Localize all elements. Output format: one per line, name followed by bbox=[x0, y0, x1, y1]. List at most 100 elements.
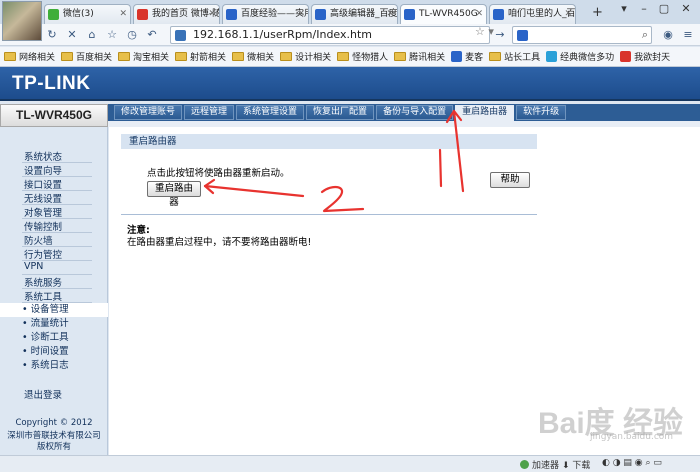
browser-tab[interactable]: 高级编辑器_百度 ✕ bbox=[311, 4, 398, 24]
bookmark-item[interactable]: 我欲封天 bbox=[620, 50, 670, 63]
tab-close-icon[interactable]: ✕ bbox=[564, 5, 572, 23]
bookmark-label: 我欲封天 bbox=[634, 53, 671, 63]
folder-icon bbox=[337, 52, 350, 61]
home-icon[interactable]: ⌂ bbox=[84, 27, 100, 43]
sidebar-item[interactable]: 系统服务 bbox=[24, 275, 62, 289]
bookmark-item[interactable]: 怪物猎人 bbox=[337, 50, 388, 63]
search-icon[interactable]: ⌕ bbox=[642, 28, 648, 42]
bookmark-item[interactable]: 站长工具 bbox=[489, 50, 540, 63]
sidebar-item[interactable]: VPN bbox=[24, 261, 43, 272]
sidebar-subitem[interactable]: • 时间设置 bbox=[0, 345, 108, 359]
bookmark-item[interactable]: 百度相关 bbox=[61, 50, 112, 63]
bookmark-item[interactable]: 设计相关 bbox=[280, 50, 331, 63]
router-model-label: TL-WVR450G bbox=[0, 104, 108, 127]
tab-favicon-icon bbox=[404, 9, 415, 20]
bookmark-item[interactable]: 淘宝相关 bbox=[118, 50, 169, 63]
accelerator-status[interactable]: 加速器 bbox=[520, 458, 559, 471]
url-text: 192.168.1.1/userRpm/Index.htm bbox=[193, 28, 373, 41]
baidu-watermark-url: jingyan.baidu.com bbox=[590, 432, 674, 442]
stop-icon[interactable]: ✕ bbox=[64, 27, 80, 43]
download-status[interactable]: ⬇ 下载 bbox=[562, 458, 590, 471]
tab-close-icon[interactable]: ✕ bbox=[297, 5, 305, 23]
menu-icon[interactable]: ▾ bbox=[614, 2, 634, 15]
router-top-nav: 修改管理账号 远程管理 系统管理设置 恢复出厂配置 备份与导入配置 重启路由器 软件升级 bbox=[108, 104, 700, 122]
folder-icon bbox=[489, 52, 502, 61]
bookmark-label: 百度相关 bbox=[76, 53, 113, 63]
undo-icon[interactable]: ↶ bbox=[144, 27, 160, 43]
tab-close-icon[interactable]: ✕ bbox=[475, 5, 483, 23]
sidebar-item[interactable]: 无线设置 bbox=[24, 191, 62, 205]
site-icon bbox=[175, 30, 186, 41]
router-tab[interactable]: 重启路由器 bbox=[455, 105, 515, 122]
sidebar-item[interactable]: 系统工具 bbox=[24, 289, 62, 303]
tab-close-icon[interactable]: ✕ bbox=[208, 5, 216, 23]
sidebar-logout[interactable]: 退出登录 bbox=[24, 387, 62, 401]
browser-tab[interactable]: 百度经验——实用 ✕ bbox=[222, 4, 309, 24]
url-go-icon[interactable]: → bbox=[492, 27, 508, 43]
rights-text: 版权所有 bbox=[36, 442, 71, 452]
minimize-icon[interactable]: – bbox=[634, 2, 654, 15]
bookmark-item[interactable]: 腾讯相关 bbox=[394, 50, 445, 63]
sidebar-subitem[interactable]: • 流量统计 bbox=[0, 317, 108, 331]
sidebar-item[interactable]: 接口设置 bbox=[24, 177, 62, 191]
accelerator-icon bbox=[520, 460, 529, 469]
router-tab[interactable]: 软件升级 bbox=[516, 105, 567, 120]
router-tab[interactable]: 恢复出厂配置 bbox=[306, 105, 375, 120]
bookmarks-bar: 网络相关 百度相关 淘宝相关 射箭相关 微相关 设计相关 怪物猎人 腾讯相关 麦客 站长工具 经典微… bbox=[0, 47, 700, 67]
favorite-icon[interactable]: ☆ bbox=[104, 27, 120, 43]
sidebar-item[interactable]: 设置向导 bbox=[24, 163, 62, 177]
tab-close-icon[interactable]: ✕ bbox=[119, 5, 127, 23]
bookmark-item[interactable]: 微相关 bbox=[232, 50, 274, 63]
folder-icon bbox=[4, 52, 16, 61]
settings-icon[interactable]: ≡ bbox=[680, 27, 696, 43]
bookmark-item[interactable]: 经典微信多功 bbox=[546, 50, 614, 63]
tab-favicon-icon bbox=[493, 9, 504, 20]
browser-tab[interactable]: 我的首页 微博-随 ✕ bbox=[133, 4, 220, 24]
tab-label: TL-WVR450G bbox=[419, 9, 478, 19]
bookmark-item[interactable]: 网络相关 bbox=[4, 50, 55, 63]
router-tab[interactable]: 远程管理 bbox=[184, 105, 235, 120]
browser-tab[interactable]: 微信(3) ✕ bbox=[44, 4, 131, 24]
sidebar-item[interactable]: 防火墙 bbox=[24, 233, 53, 247]
sidebar-item[interactable]: 对象管理 bbox=[24, 205, 62, 219]
bookmark-label: 怪物猎人 bbox=[352, 53, 389, 63]
reload-icon[interactable]: ↻ bbox=[44, 27, 60, 43]
address-bar[interactable]: 192.168.1.1/userRpm/Index.htm bbox=[170, 26, 490, 44]
sidebar-item[interactable]: 传输控制 bbox=[24, 219, 62, 233]
router-tab[interactable]: 备份与导入配置 bbox=[376, 105, 454, 120]
bookmark-item[interactable]: 麦客 bbox=[451, 50, 483, 63]
tab-label: 微信(3) bbox=[63, 9, 94, 19]
router-tab[interactable]: 系统管理设置 bbox=[236, 105, 305, 120]
reboot-router-button[interactable]: 重启路由器 bbox=[147, 181, 201, 208]
sidebar-item[interactable]: 系统状态 bbox=[24, 149, 62, 163]
user-avatar[interactable] bbox=[2, 1, 42, 41]
browser-tab[interactable]: 咱们屯里的人_百 ✕ bbox=[489, 4, 576, 24]
extension-icon[interactable]: ◉ bbox=[660, 27, 676, 43]
history-icon[interactable]: ◷ bbox=[124, 27, 140, 43]
folder-icon bbox=[232, 52, 245, 61]
sidebar-item[interactable]: 行为管控 bbox=[24, 247, 62, 261]
tab-close-icon[interactable]: ✕ bbox=[386, 5, 394, 23]
browser-status-bar: 加速器 ⬇ 下载 ◐ ◑ ▤ ◉ ⌕ ▭ bbox=[0, 455, 700, 472]
tab-favicon-icon bbox=[48, 9, 59, 20]
maximize-icon[interactable]: ▢ bbox=[654, 2, 674, 15]
bookmark-label: 设计相关 bbox=[295, 53, 332, 63]
copyright-text: Copyright © 2012 bbox=[15, 418, 93, 428]
tab-favicon-icon bbox=[226, 9, 237, 20]
browser-navigation-bar: ◀ ▶ ↻ ✕ ⌂ ☆ ◷ ↶ 192.168.1.1/userRpm/Inde… bbox=[0, 24, 700, 46]
site-favicon-icon bbox=[451, 51, 463, 62]
bookmark-label: 站长工具 bbox=[504, 53, 541, 63]
status-icons[interactable]: ◐ ◑ ▤ ◉ ⌕ ▭ bbox=[602, 458, 662, 468]
help-button[interactable]: 帮助 bbox=[490, 172, 530, 188]
sidebar-subitem[interactable]: • 设备管理 bbox=[0, 303, 108, 317]
search-box[interactable]: ⌕ bbox=[512, 26, 652, 44]
sidebar-subitem[interactable]: • 诊断工具 bbox=[0, 331, 108, 345]
sidebar-subitem[interactable]: • 系统日志 bbox=[0, 359, 108, 373]
browser-tab[interactable]: TL-WVR450G ✕ bbox=[400, 4, 487, 25]
new-tab-button[interactable]: + bbox=[592, 6, 606, 20]
router-banner: TP-LINK bbox=[0, 67, 700, 101]
close-window-icon[interactable]: ✕ bbox=[676, 2, 696, 15]
bookmark-item[interactable]: 射箭相关 bbox=[175, 50, 226, 63]
router-tab[interactable]: 修改管理账号 bbox=[114, 105, 183, 120]
divider bbox=[121, 214, 537, 215]
